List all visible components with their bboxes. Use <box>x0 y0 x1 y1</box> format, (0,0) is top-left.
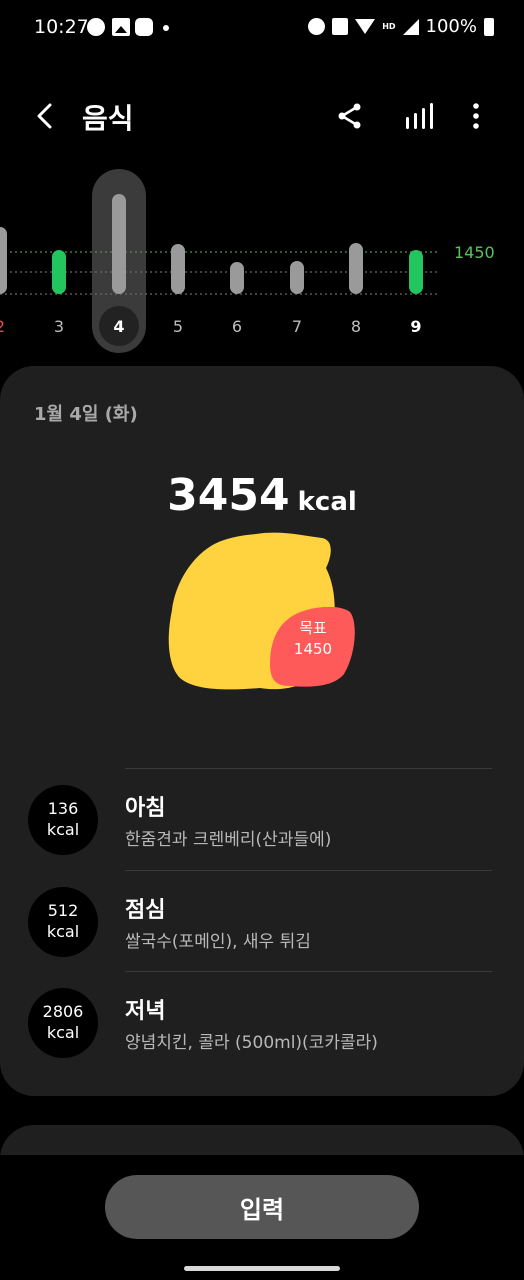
day-label[interactable]: 3 <box>44 317 74 336</box>
goal-badge-value: 1450 <box>293 640 333 658</box>
total-kcal-value: 3454 <box>167 470 290 521</box>
bar-day-5[interactable] <box>171 244 185 294</box>
total-kcal-unit: kcal <box>297 487 357 517</box>
chat-notification-icon <box>135 18 153 36</box>
page-title: 음식 <box>82 102 134 135</box>
meal-kcal-badge: 512 kcal <box>28 887 98 957</box>
meal-kcal-value: 2806 <box>42 1002 84 1021</box>
divider <box>125 971 492 972</box>
more-icon[interactable] <box>464 100 488 132</box>
hd-voice-icon: HD <box>382 21 396 31</box>
status-icons: HD 100% <box>308 16 494 37</box>
wifi-icon <box>355 19 376 34</box>
weekly-bars <box>0 169 440 353</box>
meal-kcal-unit: kcal <box>46 1023 80 1042</box>
status-bar: 10:27 HD 100% <box>0 0 524 58</box>
battery-percent: 100% <box>425 16 477 37</box>
meal-row-breakfast[interactable]: 136 kcal 아침 한줌견과 크렌베리(산과들에) <box>0 768 524 870</box>
meal-row-dinner[interactable]: 2806 kcal 저녁 양념치킨, 콜라 (500ml)(코카콜라) <box>0 971 524 1073</box>
alarm-icon <box>308 18 326 35</box>
goal-badge-label: 목표 <box>299 619 327 637</box>
intake-vs-goal-graphic: 목표 1450 <box>164 526 364 706</box>
mute-icon <box>332 18 349 35</box>
home-indicator[interactable] <box>184 1266 340 1271</box>
back-icon[interactable] <box>32 100 60 132</box>
day-label[interactable]: 5 <box>163 317 193 336</box>
app-bar: 음식 <box>0 84 524 148</box>
meal-kcal-badge: 136 kcal <box>28 785 98 855</box>
meal-items: 양념치킨, 콜라 (500ml)(코카콜라) <box>125 1033 378 1053</box>
status-time: 10:27 <box>34 16 89 38</box>
bar-day-9[interactable] <box>409 250 423 294</box>
divider <box>125 870 492 871</box>
kakaotalk-notification-icon <box>87 18 105 36</box>
day-label[interactable]: 2 <box>0 317 15 336</box>
gallery-notification-icon <box>112 18 130 36</box>
meal-title: 아침 <box>125 796 166 821</box>
bar-day-6[interactable] <box>230 262 244 294</box>
input-button[interactable]: 입력 <box>105 1175 419 1239</box>
trend-icon[interactable] <box>404 102 434 130</box>
day-label[interactable]: 8 <box>341 317 371 336</box>
meal-title: 저녁 <box>125 999 166 1024</box>
day-label[interactable]: 7 <box>282 317 312 336</box>
total-kcal: 3454 kcal <box>0 470 524 521</box>
battery-icon <box>484 17 494 36</box>
meal-row-lunch[interactable]: 512 kcal 점심 쌀국수(포메인), 새우 튀김 <box>0 870 524 972</box>
bar-day-8[interactable] <box>349 243 363 294</box>
meal-items: 쌀국수(포메인), 새우 튀김 <box>125 932 311 952</box>
meal-title: 점심 <box>125 898 166 923</box>
bar-day-2[interactable] <box>0 227 7 294</box>
bar-day-4[interactable] <box>112 194 126 294</box>
day-summary-card: 1월 4일 (화) 3454 kcal 목표 1450 136 kcal 아침 한… <box>0 366 524 1096</box>
divider <box>125 768 492 769</box>
meal-kcal-value: 136 <box>47 799 79 818</box>
day-label-selected[interactable]: 4 <box>104 317 134 336</box>
meal-items: 한줌견과 크렌베리(산과들에) <box>125 830 332 850</box>
weekly-intake-chart[interactable]: 1450 2 3 4 5 6 7 8 9 <box>0 165 524 360</box>
meal-kcal-unit: kcal <box>46 922 80 941</box>
more-notifications-icon <box>163 25 169 31</box>
goal-line-label: 1450 <box>454 243 495 262</box>
goal-badge: 목표 1450 <box>271 600 355 680</box>
date-label: 1월 4일 (화) <box>34 404 138 425</box>
meal-kcal-unit: kcal <box>46 820 80 839</box>
day-label-today[interactable]: 9 <box>401 317 431 336</box>
signal-icon <box>402 18 419 35</box>
day-label[interactable]: 6 <box>222 317 252 336</box>
share-icon[interactable] <box>336 102 364 130</box>
meal-kcal-value: 512 <box>47 901 79 920</box>
meal-kcal-badge: 2806 kcal <box>28 988 98 1058</box>
bar-day-7[interactable] <box>290 261 304 294</box>
bar-day-3[interactable] <box>52 250 66 294</box>
